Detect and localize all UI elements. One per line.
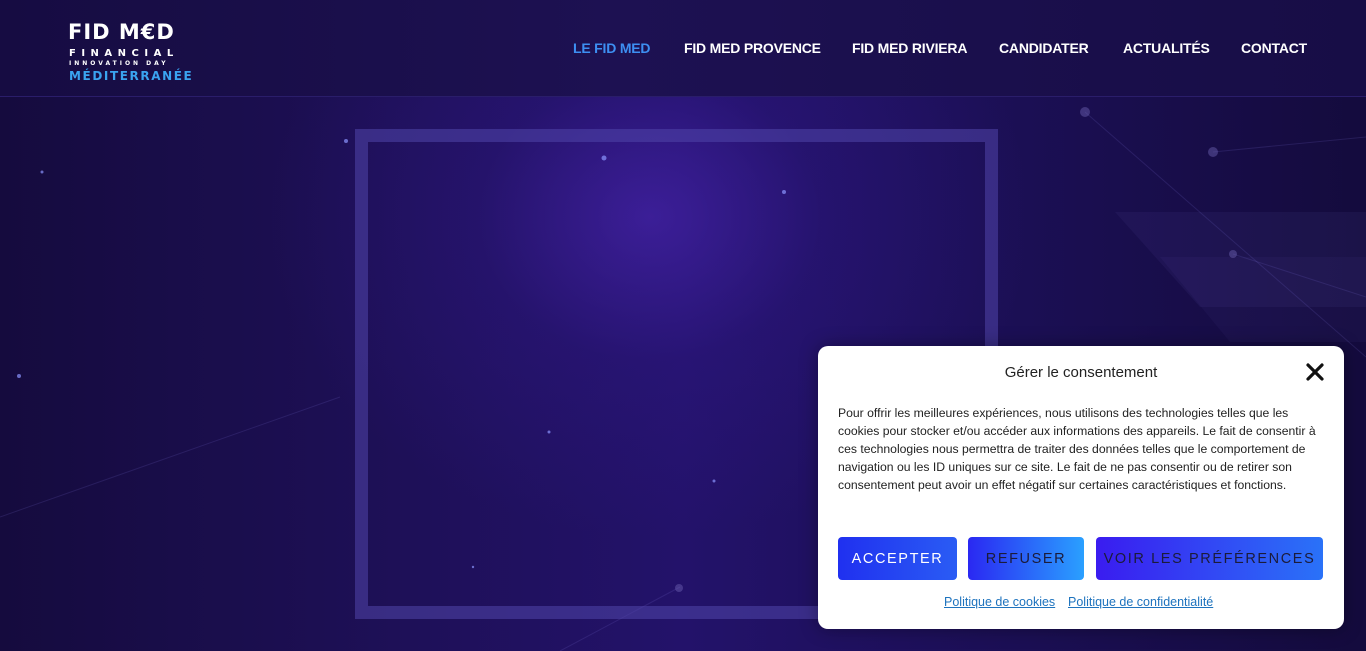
nav-item-contact[interactable]: CONTACT (1241, 40, 1307, 56)
consent-dialog: Gérer le consentement Pour offrir les me… (818, 346, 1344, 629)
site-header: FID M€D FINANCIAL INNOVATION DAY MÉDITER… (0, 0, 1366, 97)
nav-item-actualites[interactable]: ACTUALITÉS (1123, 40, 1210, 56)
cookie-policy-link[interactable]: Politique de cookies (944, 595, 1055, 609)
close-icon[interactable] (1304, 361, 1326, 383)
refuse-button[interactable]: REFUSER (968, 537, 1084, 580)
logo-line-mediterranee: MÉDITERRANÉE (69, 69, 194, 83)
consent-title: Gérer le consentement (1004, 364, 1158, 381)
nav-item-le-fid-med[interactable]: LE FID MED (573, 40, 651, 56)
consent-description: Pour offrir les meilleures expériences, … (838, 406, 1316, 492)
privacy-policy-link[interactable]: Politique de confidentialité (1068, 595, 1213, 609)
consent-policy-links: Politique de cookies Politique de confid… (818, 595, 1344, 611)
logo-line-innovation-day: INNOVATION DAY (69, 60, 169, 67)
nav-item-candidater[interactable]: CANDIDATER (999, 40, 1089, 56)
accept-button[interactable]: ACCEPTER (838, 537, 957, 580)
main-navigation: LE FID MED FID MED PROVENCE FID MED RIVI… (0, 40, 1366, 58)
nav-item-fid-med-provence[interactable]: FID MED PROVENCE (684, 40, 821, 56)
view-preferences-button[interactable]: VOIR LES PRÉFÉRENCES (1096, 537, 1323, 580)
nav-item-fid-med-riviera[interactable]: FID MED RIVIERA (852, 40, 967, 56)
